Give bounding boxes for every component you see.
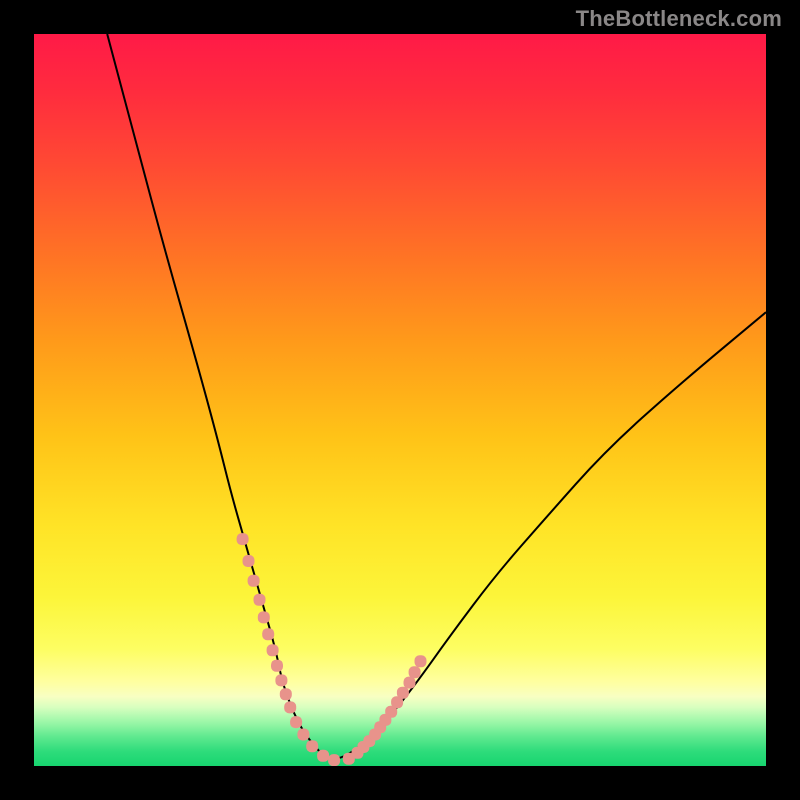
highlight-dot: [306, 740, 318, 752]
highlight-dot: [317, 750, 329, 762]
highlight-dot: [254, 594, 266, 606]
highlight-dot: [275, 674, 287, 686]
highlight-dot: [297, 729, 309, 741]
highlight-dot: [271, 660, 283, 672]
highlight-dot: [397, 687, 409, 699]
highlight-dot: [284, 701, 296, 713]
chart-svg: [34, 34, 766, 766]
highlight-dot: [290, 716, 302, 728]
highlight-dot: [328, 754, 340, 766]
chart-area: [34, 34, 766, 766]
watermark-text: TheBottleneck.com: [576, 6, 782, 32]
highlight-dot: [409, 666, 421, 678]
highlight-dot: [267, 644, 279, 656]
highlight-dot: [262, 628, 274, 640]
highlight-dot: [243, 555, 255, 567]
highlight-dot: [258, 611, 270, 623]
highlight-dot: [415, 655, 427, 667]
highlight-dot: [280, 688, 292, 700]
highlight-dot: [237, 533, 249, 545]
highlight-dots: [237, 533, 427, 766]
highlight-dot: [248, 575, 260, 587]
highlight-dot: [404, 677, 416, 689]
bottleneck-curve: [107, 34, 766, 759]
